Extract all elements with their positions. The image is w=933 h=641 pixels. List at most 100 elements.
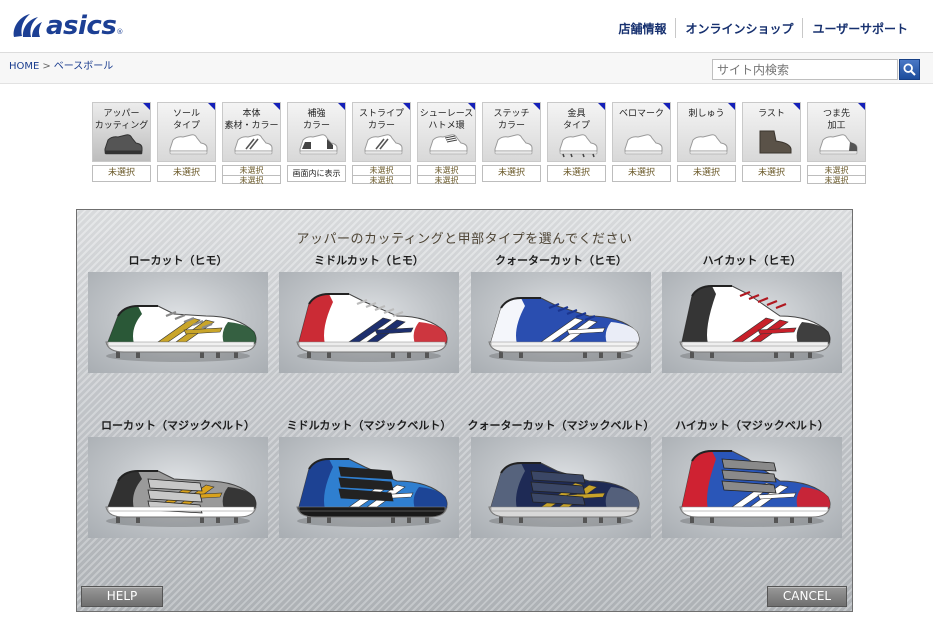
site-search-input[interactable] — [712, 59, 898, 80]
step-status: 未選択 — [742, 165, 801, 182]
shoe-thumbnail-icon — [234, 134, 273, 155]
breadcrumb-bar: HOME > ベースボール — [0, 52, 933, 84]
shoe-photo[interactable] — [88, 272, 268, 373]
asics-spiral-icon — [13, 14, 42, 37]
shoe-photo[interactable] — [662, 437, 842, 538]
cutting-selection-panel: アッパーのカッティングと甲部タイプを選んでください ローカット（ヒモ） ミドルカッ… — [76, 209, 853, 612]
step-status-line: 未選択 — [369, 166, 394, 175]
nav-store-info[interactable]: 店舗情報 — [609, 20, 675, 37]
cutting-option-label: ミドルカット（ヒモ） — [314, 254, 424, 267]
step-status: 未選択 — [547, 165, 606, 182]
breadcrumb-current: ベースボール — [53, 61, 114, 72]
shoe-thumbnail-icon — [429, 134, 468, 155]
cutting-option-label: ミドルカット（マジックベルト） — [286, 419, 452, 432]
cutting-option-label: ハイカット（マジックベルト） — [675, 419, 829, 432]
shoe-photo[interactable] — [279, 437, 459, 538]
shoe-photo[interactable] — [662, 272, 842, 373]
shoe-photo[interactable] — [279, 272, 459, 373]
cutting-option-7[interactable]: クォーターカット（マジックベルト） — [468, 417, 655, 538]
cutting-option-4[interactable]: ハイカット（ヒモ） — [662, 252, 842, 373]
breadcrumb-separator: > — [42, 61, 51, 72]
step-tab-4[interactable]: 補強 カラー 画面内に表示 — [287, 102, 346, 184]
cutting-option-6[interactable]: ミドルカット（マジックベルト） — [279, 417, 459, 538]
baseball-shoe-image — [679, 450, 831, 527]
step-status: 未選択 — [482, 165, 541, 182]
shoe-thumbnail-icon — [364, 134, 403, 155]
step-card: ストライプ カラー — [352, 102, 411, 162]
step-label: ベロマーク — [618, 109, 664, 119]
step-tab-8[interactable]: 金具 タイプ 未選択 — [547, 102, 606, 184]
shoe-thumbnail-icon — [819, 134, 858, 155]
baseball-shoe-image — [105, 470, 257, 527]
top-navigation: 店舗情報 オンラインショップ ユーザーサポート — [609, 18, 917, 38]
step-tab-5[interactable]: ストライプ カラー 未選択 未選択 — [352, 102, 411, 185]
shoe-thumbnail-icon — [169, 134, 208, 155]
step-status-line: 未選択 — [434, 166, 459, 175]
nav-user-support[interactable]: ユーザーサポート — [803, 20, 917, 37]
nav-online-shop[interactable]: オンラインショップ — [676, 20, 802, 37]
step-label: ラスト — [758, 109, 785, 119]
shoe-thumbnail-icon — [559, 134, 598, 158]
baseball-shoe-image — [679, 285, 831, 362]
shoe-photo[interactable] — [88, 437, 268, 538]
search-button[interactable] — [899, 59, 920, 80]
asics-logo[interactable]: asics ® — [10, 8, 123, 44]
breadcrumb-home-link[interactable]: HOME — [9, 61, 39, 72]
shoe-thumbnail-icon — [104, 134, 143, 155]
step-status-line: 未選択 — [808, 175, 865, 185]
panel-title: アッパーのカッティングと甲部タイプを選んでください — [296, 232, 633, 247]
step-status-line: 未選択 — [418, 175, 475, 185]
registered-mark: ® — [116, 28, 124, 36]
step-tab-7[interactable]: ステッチ カラー未選択 — [482, 102, 541, 184]
cutting-option-3[interactable]: クォーターカット（ヒモ） — [471, 252, 651, 373]
logo-wordmark: asics — [46, 11, 117, 41]
baseball-shoe-image — [488, 297, 640, 362]
step-status: 未選択 — [157, 165, 216, 182]
step-status: 未選択 — [677, 165, 736, 182]
cutting-option-label: クォーターカット（ヒモ） — [495, 254, 627, 267]
step-card: ラスト — [742, 102, 801, 162]
step-status: 未選択 未選択 — [222, 165, 281, 185]
customization-steps: アッパー カッティング 未選択 ソール タイプ 未選択 本体 素材・カラー 未選択 未選択補… — [92, 102, 872, 185]
step-tab-11[interactable]: ラスト 未選択 — [742, 102, 801, 184]
step-tab-2[interactable]: ソール タイプ未選択 — [157, 102, 216, 184]
cutting-option-label: ローカット（ヒモ） — [128, 254, 228, 267]
cutting-option-label: クォーターカット（マジックベルト） — [467, 419, 655, 432]
shoe-photo[interactable] — [471, 272, 651, 373]
cutting-option-1[interactable]: ローカット（ヒモ） — [88, 252, 268, 373]
step-tab-9[interactable]: ベロマーク 未選択 — [612, 102, 671, 184]
step-label: 刺しゅう — [688, 109, 725, 119]
step-card: つま先 加工 — [807, 102, 866, 162]
help-button[interactable]: HELP — [81, 586, 163, 607]
step-tab-3[interactable]: 本体 素材・カラー未選択 未選択 — [222, 102, 281, 185]
baseball-shoe-image — [296, 293, 448, 362]
step-card: シューレース ハトメ環 — [417, 102, 476, 162]
step-card: 刺しゅう — [677, 102, 736, 162]
cutting-option-label: ローカット（マジックベルト） — [101, 419, 255, 432]
cancel-button[interactable]: CANCEL — [767, 586, 847, 607]
shoe-thumbnail-icon — [624, 134, 663, 155]
step-status: 画面内に表示 — [287, 165, 346, 182]
cutting-option-5[interactable]: ローカット（マジックベルト） — [88, 417, 268, 538]
shoe-thumbnail-icon — [689, 134, 728, 155]
step-card: アッパー カッティング — [92, 102, 151, 162]
cutting-option-2[interactable]: ミドルカット（ヒモ） — [279, 252, 459, 373]
baseball-shoe-image — [105, 305, 257, 362]
step-tab-6[interactable]: シューレース ハトメ環未選択 未選択 — [417, 102, 476, 185]
step-tab-12[interactable]: つま先 加工未選択 未選択 — [807, 102, 866, 185]
site-header: asics ® 店舗情報 オンラインショップ ユーザーサポート — [0, 0, 933, 52]
step-card: 本体 素材・カラー — [222, 102, 281, 162]
breadcrumb: HOME > ベースボール — [9, 57, 113, 72]
step-tab-1[interactable]: アッパー カッティング未選択 — [92, 102, 151, 184]
step-card: ソール タイプ — [157, 102, 216, 162]
step-card: ステッチ カラー — [482, 102, 541, 162]
cutting-option-8[interactable]: ハイカット（マジックベルト） — [662, 417, 842, 538]
shoe-thumbnail-icon — [494, 134, 533, 155]
shoe-thumbnail-icon — [759, 130, 792, 154]
step-status: 未選択 — [92, 165, 151, 182]
shoe-photo[interactable] — [471, 437, 651, 538]
step-status: 未選択 未選択 — [417, 165, 476, 185]
step-status-line: 未選択 — [824, 166, 849, 175]
step-status: 未選択 未選択 — [807, 165, 866, 185]
step-tab-10[interactable]: 刺しゅう 未選択 — [677, 102, 736, 184]
